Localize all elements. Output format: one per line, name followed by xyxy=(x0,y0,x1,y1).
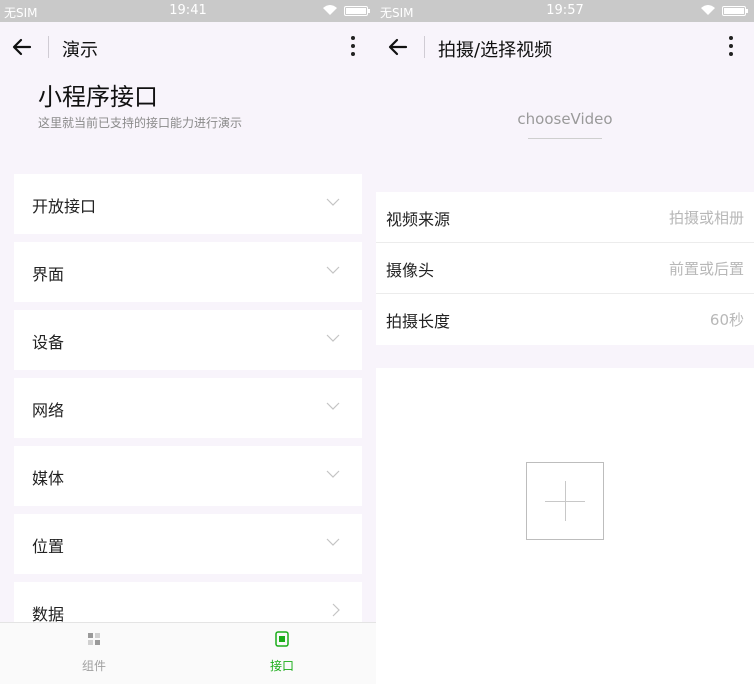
more-menu-icon[interactable] xyxy=(350,36,356,58)
hero-title: 小程序接口 xyxy=(38,83,158,111)
video-upload-area xyxy=(376,368,754,684)
menu-item-label: 界面 xyxy=(32,265,65,284)
tab-components[interactable]: 组件 xyxy=(0,623,188,684)
tab-label: 接口 xyxy=(269,659,294,673)
add-video-button[interactable] xyxy=(526,462,604,540)
menu-item-network[interactable]: 网络 xyxy=(14,378,362,438)
nav-divider xyxy=(48,36,49,58)
form-label: 拍摄长度 xyxy=(386,312,451,331)
more-menu-icon[interactable] xyxy=(728,36,734,58)
tab-bar: 组件 接口 xyxy=(0,622,376,684)
form-label: 视频来源 xyxy=(386,210,451,229)
back-arrow-icon[interactable] xyxy=(10,35,34,59)
form-row-max-duration[interactable]: 拍摄长度 60秒 xyxy=(376,294,754,345)
menu-item-label: 网络 xyxy=(32,401,65,420)
form-row-camera[interactable]: 摄像头 前置或后置 xyxy=(376,243,754,294)
menu-item-label: 媒体 xyxy=(32,469,65,488)
form-value: 60秒 xyxy=(709,311,744,329)
menu-item-label: 位置 xyxy=(32,537,65,556)
chevron-down-icon xyxy=(326,538,340,546)
status-icons xyxy=(322,4,370,18)
page-title: 拍摄/选择视频 xyxy=(438,40,553,61)
menu-item-label: 开放接口 xyxy=(32,197,97,216)
back-arrow-icon[interactable] xyxy=(386,35,410,59)
status-bar: 无SIM 19:41 xyxy=(0,0,376,22)
tab-label: 组件 xyxy=(81,659,106,673)
form-label: 摄像头 xyxy=(386,261,435,280)
page-title: 演示 xyxy=(62,40,98,61)
chevron-right-icon xyxy=(332,603,340,617)
menu-item-device[interactable]: 设备 xyxy=(14,310,362,370)
components-icon xyxy=(88,633,100,645)
status-bar: 无SIM 19:57 xyxy=(376,0,754,22)
video-options-form: 视频来源 拍摄或相册 摄像头 前置或后置 拍摄长度 60秒 xyxy=(376,192,754,345)
battery-icon xyxy=(344,6,370,16)
status-time: 19:41 xyxy=(169,3,207,18)
left-screen: 无SIM 19:41 演示 小程序接口 这里就当前已支持的接口能力进行演示 开放… xyxy=(0,0,376,684)
tab-api[interactable]: 接口 xyxy=(188,623,376,684)
form-value: 前置或后置 xyxy=(668,260,744,278)
menu-item-interface[interactable]: 界面 xyxy=(14,242,362,302)
menu-item-label: 设备 xyxy=(32,333,65,352)
wifi-icon xyxy=(701,5,715,15)
chevron-down-icon xyxy=(326,266,340,274)
chevron-down-icon xyxy=(326,198,340,206)
right-screen: 无SIM 19:57 拍摄/选择视频 chooseVideo 视频来源 拍摄或相… xyxy=(376,0,754,684)
status-icons xyxy=(700,4,748,18)
api-category-list: 开放接口 界面 设备 网络 媒体 位置 数据 xyxy=(0,174,376,642)
menu-item-location[interactable]: 位置 xyxy=(14,514,362,574)
form-value: 拍摄或相册 xyxy=(668,209,744,227)
nav-divider xyxy=(424,36,425,58)
chevron-down-icon xyxy=(326,470,340,478)
status-time: 19:57 xyxy=(546,3,584,18)
menu-item-open-api[interactable]: 开放接口 xyxy=(14,174,362,234)
form-row-video-source[interactable]: 视频来源 拍摄或相册 xyxy=(376,192,754,243)
api-name: chooseVideo xyxy=(517,110,613,128)
api-name-underline xyxy=(528,138,602,139)
hero-description: 这里就当前已支持的接口能力进行演示 xyxy=(38,116,243,130)
chevron-down-icon xyxy=(326,402,340,410)
menu-item-media[interactable]: 媒体 xyxy=(14,446,362,506)
nav-bar: 演示 xyxy=(0,22,376,72)
api-icon xyxy=(275,631,289,647)
battery-icon xyxy=(722,6,748,16)
wifi-icon xyxy=(323,5,337,15)
api-header: chooseVideo xyxy=(376,72,754,192)
hero-section: 小程序接口 这里就当前已支持的接口能力进行演示 xyxy=(0,72,376,174)
chevron-down-icon xyxy=(326,334,340,342)
nav-bar: 拍摄/选择视频 xyxy=(376,22,754,72)
